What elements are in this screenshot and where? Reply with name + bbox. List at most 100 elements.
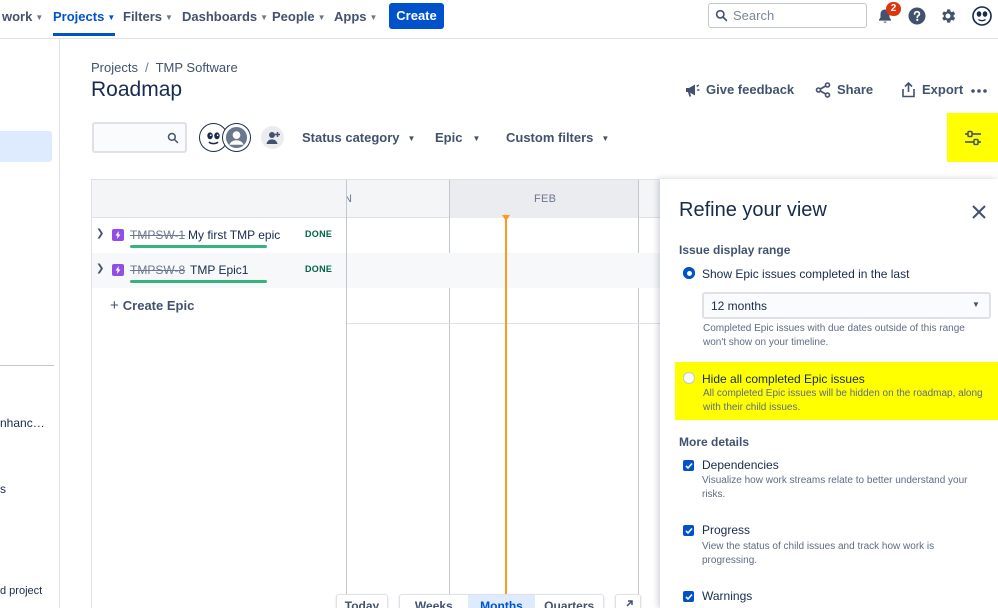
month-label-feb: FEB — [534, 193, 557, 205]
epic-summary[interactable]: My first TMP epic — [188, 228, 280, 242]
today-marker — [502, 215, 510, 221]
completed-range-value: 12 months — [711, 299, 768, 313]
sidebar-item-roadmap-selected[interactable] — [0, 131, 52, 162]
nav-your-work-label: work — [2, 9, 33, 24]
create-button[interactable]: Create — [389, 3, 444, 29]
today-button[interactable]: Today — [336, 594, 388, 608]
roadmap-search-input[interactable] — [100, 129, 162, 146]
epic-progress-bar — [130, 280, 267, 283]
share-button[interactable]: Share — [815, 80, 873, 100]
breadcrumb-tmp-software[interactable]: TMP Software — [156, 60, 238, 75]
hide-completed-radio[interactable] — [683, 372, 695, 384]
more-actions-button[interactable] — [971, 81, 987, 101]
export-button[interactable]: Export — [901, 80, 963, 100]
scale-months-button[interactable]: Months — [467, 595, 536, 608]
plus-icon: + — [110, 297, 119, 314]
nav-apps-label: Apps — [334, 9, 367, 24]
add-people-button[interactable] — [259, 124, 286, 151]
share-icon — [815, 82, 831, 98]
status-category-filter[interactable]: Status category ▼ — [302, 128, 415, 148]
epic-filter[interactable]: Epic ▼ — [435, 128, 480, 148]
scale-quarters-button[interactable]: Quarters — [535, 595, 603, 608]
progress-label[interactable]: Progress — [702, 523, 750, 537]
more-details-title: More details — [679, 435, 750, 449]
status-badge: DONE — [305, 229, 333, 239]
more-icon — [971, 89, 987, 93]
settings-button[interactable] — [937, 5, 959, 27]
close-icon[interactable] — [970, 203, 988, 221]
fullscreen-button[interactable] — [615, 594, 641, 608]
roadmap-search[interactable] — [92, 122, 187, 153]
hide-completed-label[interactable]: Hide all completed Epic issues — [702, 372, 865, 386]
show-completed-radio[interactable] — [683, 267, 695, 279]
dependencies-checkbox[interactable] — [683, 460, 694, 471]
custom-filters-dropdown[interactable]: Custom filters ▼ — [506, 128, 609, 148]
nav-filters-label: Filters — [123, 9, 163, 24]
epic-summary[interactable]: TMP Epic1 — [190, 263, 248, 277]
chevron-down-icon: ▼ — [972, 300, 980, 309]
nav-projects-label: Projects — [53, 9, 105, 24]
show-completed-label[interactable]: Show Epic issues completed in the last — [702, 267, 909, 281]
user-icon — [225, 126, 248, 149]
chevron-down-icon: ▼ — [369, 13, 378, 22]
breadcrumb-projects[interactable]: Projects — [91, 60, 138, 75]
scale-weeks-button[interactable]: Weeks — [400, 595, 468, 608]
today-line — [505, 218, 507, 608]
sidebar-item-truncated[interactable]: nhanc… — [0, 416, 45, 430]
give-feedback-label: Give feedback — [706, 82, 795, 97]
sidebar-item-truncated[interactable]: s — [0, 482, 6, 496]
epic-progress-bar — [130, 245, 267, 248]
sidebar-item-truncated[interactable]: d project — [0, 585, 42, 597]
page-title: Roadmap — [91, 78, 183, 101]
progress-checkbox[interactable] — [683, 525, 694, 536]
epic-row[interactable]: ❯ TMPSW-1 My first TMP epic DONE — [92, 218, 346, 253]
chevron-down-icon: ▼ — [107, 13, 116, 22]
search-input[interactable] — [733, 6, 861, 25]
nav-apps[interactable]: Apps ▼ — [334, 0, 377, 36]
gear-icon — [942, 9, 956, 23]
give-feedback-button[interactable]: Give feedback — [684, 80, 794, 100]
expand-icon — [626, 600, 633, 607]
nav-dashboards[interactable]: Dashboards ▼ — [182, 0, 268, 36]
hide-completed-description: All completed Epic issues will be hidden… — [703, 388, 983, 413]
help-icon — [908, 7, 926, 25]
nav-projects[interactable]: Projects ▼ — [53, 0, 116, 36]
chevron-down-icon: ▼ — [407, 134, 416, 143]
nav-your-work[interactable]: work ▼ — [2, 0, 43, 36]
panel-title: Refine your view — [679, 199, 827, 221]
check-icon — [684, 593, 693, 600]
timescale-toggle: Weeks Months Quarters — [399, 594, 604, 608]
megaphone-icon — [686, 84, 700, 97]
create-epic-button[interactable]: + Create Epic — [110, 297, 194, 314]
nav-filters[interactable]: Filters ▼ — [123, 0, 173, 36]
avatar-icon — [207, 132, 220, 145]
nav-dashboards-label: Dashboards — [182, 9, 258, 24]
completed-range-select[interactable]: 12 months ▼ — [702, 292, 991, 319]
epic-key[interactable]: TMPSW-1 — [130, 228, 185, 242]
top-navigation: work ▼ Projects ▼ Filters ▼ Dashboards ▼ Peo… — [0, 0, 998, 39]
search-icon — [715, 9, 728, 22]
sliders-icon — [964, 130, 981, 145]
epic-row[interactable]: ❯ TMPSW-8 TMP Epic1 DONE — [92, 253, 346, 288]
global-search[interactable] — [708, 3, 867, 28]
view-settings-button[interactable] — [947, 113, 998, 162]
nav-people[interactable]: People ▼ — [272, 0, 326, 36]
breadcrumb: Projects / TMP Software — [91, 60, 238, 75]
nav-people-label: People — [272, 9, 315, 24]
chevron-down-icon: ▼ — [165, 13, 173, 22]
avatar-icon — [972, 6, 992, 26]
epic-list-header — [92, 180, 346, 218]
check-icon — [684, 462, 693, 469]
warnings-label[interactable]: Warnings — [702, 589, 752, 603]
epic-key[interactable]: TMPSW-8 — [130, 263, 185, 277]
profile-avatar-button[interactable] — [971, 5, 993, 27]
warnings-checkbox[interactable] — [683, 591, 694, 602]
export-label: Export — [922, 82, 964, 97]
dependencies-label[interactable]: Dependencies — [702, 458, 779, 472]
help-button[interactable] — [906, 5, 928, 27]
chevron-right-icon[interactable]: ❯ — [96, 228, 104, 239]
chevron-right-icon[interactable]: ❯ — [96, 263, 104, 274]
unassigned-avatar-filter[interactable] — [223, 124, 250, 151]
sidebar-divider — [0, 365, 54, 366]
epic-icon — [112, 229, 124, 241]
